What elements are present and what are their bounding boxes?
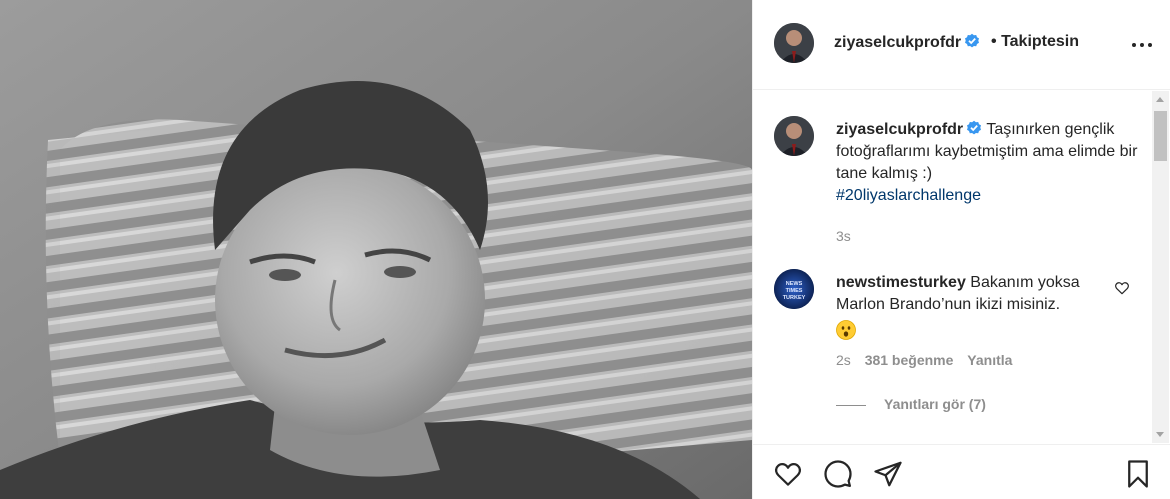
comment-time[interactable]: 2s <box>836 352 851 368</box>
post-photo-image <box>0 0 752 499</box>
svg-text:TIMES: TIMES <box>786 288 803 294</box>
bookmark-icon <box>1128 460 1148 488</box>
astonished-face-emoji <box>836 320 856 340</box>
comment-button[interactable] <box>823 459 853 489</box>
author-avatar[interactable] <box>774 23 814 63</box>
commenter-avatar[interactable]: NEWS TIMES TURKEY <box>774 269 814 309</box>
post-header: ziyaselcukprofdr • Takiptesin <box>753 0 1170 90</box>
scroll-up-arrow-icon[interactable] <box>1156 97 1164 102</box>
caption-hashtag[interactable]: #20liyaslarchallenge <box>836 187 981 204</box>
comment-likes[interactable]: 381 beğenme <box>865 352 954 368</box>
save-button[interactable] <box>1123 459 1153 489</box>
more-options-button[interactable] <box>1131 34 1153 56</box>
caption-body: ziyaselcukprofdr Taşınırken gençlik foto… <box>836 119 1146 207</box>
comment-meta: 2s 381 beğenme Yanıtla <box>836 352 1012 368</box>
comments-list[interactable]: ziyaselcukprofdr Taşınırken gençlik foto… <box>753 91 1170 443</box>
more-horizontal-icon <box>1132 43 1136 47</box>
svg-text:TURKEY: TURKEY <box>783 295 806 301</box>
author-username[interactable]: ziyaselcukprofdr <box>834 33 980 52</box>
comment-username[interactable]: newstimesturkey <box>836 274 966 291</box>
follow-separator: • <box>991 33 997 50</box>
heart-icon <box>774 462 802 486</box>
view-replies-button[interactable]: Yanıtları gör (7) <box>836 396 986 412</box>
svg-text:NEWS: NEWS <box>786 281 803 287</box>
author-username-text[interactable]: ziyaselcukprofdr <box>834 34 961 51</box>
caption-avatar[interactable] <box>774 116 814 156</box>
view-replies-label[interactable]: Yanıtları gör (7) <box>884 396 986 412</box>
scroll-down-arrow-icon[interactable] <box>1156 432 1164 437</box>
comment-body: newstimesturkey Bakanım yoksa Marlon Bra… <box>836 272 1106 343</box>
share-button[interactable] <box>873 459 903 489</box>
post-sidebar: ziyaselcukprofdr • Takiptesin ziyaselcuk… <box>752 0 1170 499</box>
follow-status[interactable]: • Takiptesin <box>991 33 1079 51</box>
comment-like-icon[interactable] <box>1114 280 1130 296</box>
comment-reply-button[interactable]: Yanıtla <box>967 352 1012 368</box>
paper-plane-icon <box>874 461 902 487</box>
follow-status-label[interactable]: Takiptesin <box>1001 33 1079 50</box>
verified-badge-icon <box>965 33 980 48</box>
comments-scrollbar[interactable] <box>1152 91 1169 443</box>
caption-username[interactable]: ziyaselcukprofdr <box>836 121 963 138</box>
post-photo[interactable] <box>0 0 752 499</box>
scrollbar-thumb[interactable] <box>1154 111 1167 161</box>
replies-divider <box>836 404 866 406</box>
post-actions <box>753 444 1170 499</box>
like-button[interactable] <box>773 459 803 489</box>
caption-time[interactable]: 3s <box>836 228 851 244</box>
verified-badge-icon <box>967 120 982 135</box>
comment-icon <box>824 460 852 488</box>
